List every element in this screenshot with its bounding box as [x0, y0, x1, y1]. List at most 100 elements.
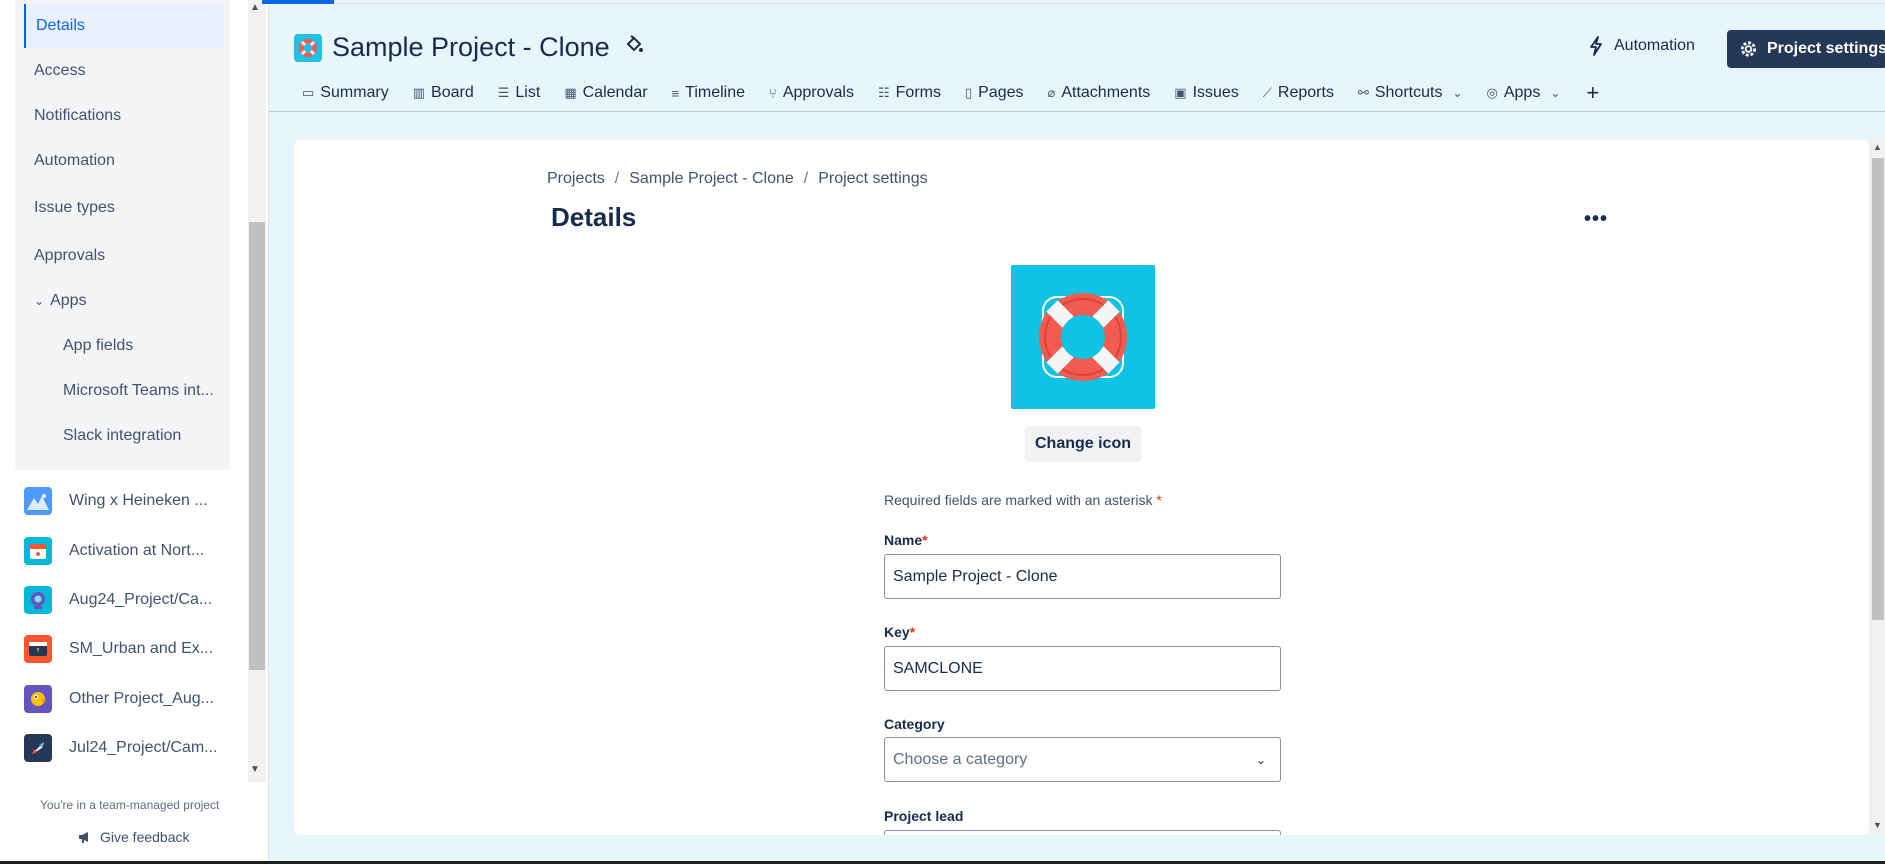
megaphone-icon [79, 832, 88, 843]
chevron-down-icon: ⌄ [34, 294, 45, 308]
sidebar-scrollbar-thumb[interactable] [249, 222, 265, 670]
lifebuoy-icon[interactable] [294, 33, 322, 62]
tab-summary[interactable]: ▭ Summary [302, 84, 389, 102]
team-managed-note: You're in a team-managed project [40, 798, 220, 812]
tab-calendar[interactable]: ▦ Calendar [564, 84, 647, 102]
tab-issues[interactable]: ▣ Issues [1174, 84, 1239, 102]
tab-reports-label: Reports [1277, 84, 1334, 101]
apps-icon: ◎ [1486, 85, 1498, 100]
sidebar: Details Access Notifications Automation … [0, 0, 268, 864]
breadcrumb-separator: / [614, 170, 620, 187]
content-scrollbar-thumb[interactable] [1872, 158, 1884, 620]
project-link-aug24[interactable]: Aug24_Project/Ca... [24, 585, 219, 615]
sidebar-item-approvals[interactable]: Approvals [34, 247, 105, 265]
tabs-divider [269, 111, 1885, 112]
chevron-down-icon: ⌄ [1550, 86, 1561, 100]
category-field-label: Category [884, 716, 945, 732]
required-asterisk: * [922, 532, 928, 548]
sidebar-item-app-fields[interactable]: App fields [63, 337, 133, 355]
tab-forms[interactable]: ☷ Forms [878, 84, 941, 102]
tab-list-label: List [515, 84, 541, 101]
breadcrumb-project[interactable]: Sample Project - Clone [629, 170, 794, 187]
sidebar-item-details[interactable]: Details [24, 4, 224, 48]
tab-list[interactable]: ☰ List [498, 84, 541, 102]
sidebar-item-access[interactable]: Access [34, 62, 86, 80]
film-icon [24, 635, 52, 663]
project-name: Aug24_Project/Ca... [69, 591, 213, 608]
gear-icon [1740, 41, 1757, 57]
tab-apps-label: Apps [1503, 84, 1541, 101]
key-input[interactable] [884, 646, 1281, 691]
name-input[interactable] [884, 554, 1281, 599]
sidebar-item-microsoft-teams[interactable]: Microsoft Teams int... [63, 382, 214, 400]
details-panel: Projects / Sample Project - Clone / Project … [294, 140, 1869, 835]
robot-icon [24, 586, 52, 614]
project-link-other-project[interactable]: Other Project_Aug... [24, 684, 219, 714]
sidebar-item-apps[interactable]: ⌄ Apps [34, 292, 87, 310]
tab-board[interactable]: ▥ Board [413, 84, 474, 102]
project-settings-label: Project settings [1766, 40, 1885, 57]
key-field-label: Key* [884, 624, 915, 640]
chevron-down-icon: ⌄ [1452, 86, 1463, 100]
project-link-activation[interactable]: Activation at Nort... [24, 536, 219, 566]
project-settings-button[interactable]: Project settings [1727, 30, 1885, 68]
page-title: Details [551, 202, 637, 232]
breadcrumb-projects[interactable]: Projects [547, 170, 605, 187]
project-link-jul24[interactable]: Jul24_Project/Cam... [24, 733, 219, 763]
project-header: Sample Project - Clone [294, 32, 644, 63]
change-icon-button[interactable]: Change icon [1025, 426, 1141, 462]
reports-icon: ⟋ [1262, 85, 1272, 100]
more-actions-icon[interactable]: ••• [1584, 208, 1608, 231]
chevron-down-icon: ⌄ [1255, 752, 1266, 767]
tab-shortcuts[interactable]: ⚯ Shortcuts ⌄ [1358, 84, 1463, 102]
forms-icon: ☷ [877, 85, 890, 100]
board-icon: ▥ [412, 85, 426, 100]
tab-board-label: Board [431, 84, 474, 101]
tab-apps[interactable]: ◎ Apps ⌄ [1487, 84, 1561, 102]
breadcrumb-separator: / [803, 170, 809, 187]
scroll-down-arrow-icon[interactable]: ▼ [1873, 820, 1882, 830]
sidebar-item-slack-integration[interactable]: Slack integration [63, 427, 181, 445]
tab-reports[interactable]: ⟋ Reports [1263, 84, 1334, 102]
scroll-up-arrow-icon[interactable]: ▲ [250, 2, 260, 13]
name-field-label: Name* [884, 532, 928, 548]
scroll-down-arrow-icon[interactable]: ▼ [250, 764, 260, 775]
project-link-wing-heineken[interactable]: Wing x Heineken ... [24, 486, 219, 516]
sidebar-item-apps-label: Apps [50, 292, 87, 309]
lifebuoy-icon [1039, 293, 1127, 381]
category-placeholder: Choose a category [893, 750, 1028, 768]
project-lead-select[interactable] [884, 830, 1281, 835]
tab-issues-label: Issues [1192, 84, 1239, 101]
issues-icon: ▣ [1174, 85, 1187, 100]
sidebar-item-automation[interactable]: Automation [34, 152, 115, 170]
category-select[interactable]: Choose a category ⌄ [884, 737, 1281, 782]
tab-timeline[interactable]: ≡ Timeline [672, 84, 745, 102]
tab-forms-label: Forms [895, 84, 941, 101]
approvals-icon: ⑂ [769, 85, 777, 101]
paint-bucket-icon[interactable] [624, 35, 644, 60]
scroll-up-arrow-icon[interactable]: ▲ [1873, 142, 1882, 152]
tab-approvals[interactable]: ⑂ Approvals [769, 84, 854, 102]
add-tab-plus-icon[interactable]: + [1586, 80, 1599, 106]
tab-pages-label: Pages [978, 84, 1024, 101]
required-note-text: Required fields are marked with an aster… [884, 492, 1153, 508]
required-asterisk: * [1156, 492, 1162, 508]
sidebar-item-notifications[interactable]: Notifications [34, 107, 121, 125]
project-name: SM_Urban and Ex... [69, 640, 214, 657]
tab-timeline-label: Timeline [685, 84, 746, 101]
automation-button[interactable]: Automation [1588, 36, 1695, 56]
list-icon: ☰ [497, 85, 510, 100]
required-asterisk: * [909, 624, 916, 640]
breadcrumb-project-settings[interactable]: Project settings [818, 170, 927, 187]
tab-pages[interactable]: ▯ Pages [965, 84, 1024, 102]
key-label: Key [884, 624, 910, 640]
project-link-sm-urban[interactable]: SM_Urban and Ex... [24, 634, 219, 664]
tab-attachments[interactable]: ⌀ Attachments [1048, 84, 1151, 102]
sidebar-item-issue-types[interactable]: Issue types [34, 199, 115, 217]
tab-attachments-label: Attachments [1061, 84, 1151, 101]
attachment-icon: ⌀ [1047, 85, 1056, 100]
give-feedback-button[interactable]: Give feedback [78, 829, 190, 845]
tab-shortcuts-label: Shortcuts [1374, 84, 1443, 101]
summary-icon: ▭ [302, 85, 315, 100]
top-divider [269, 3, 1885, 4]
